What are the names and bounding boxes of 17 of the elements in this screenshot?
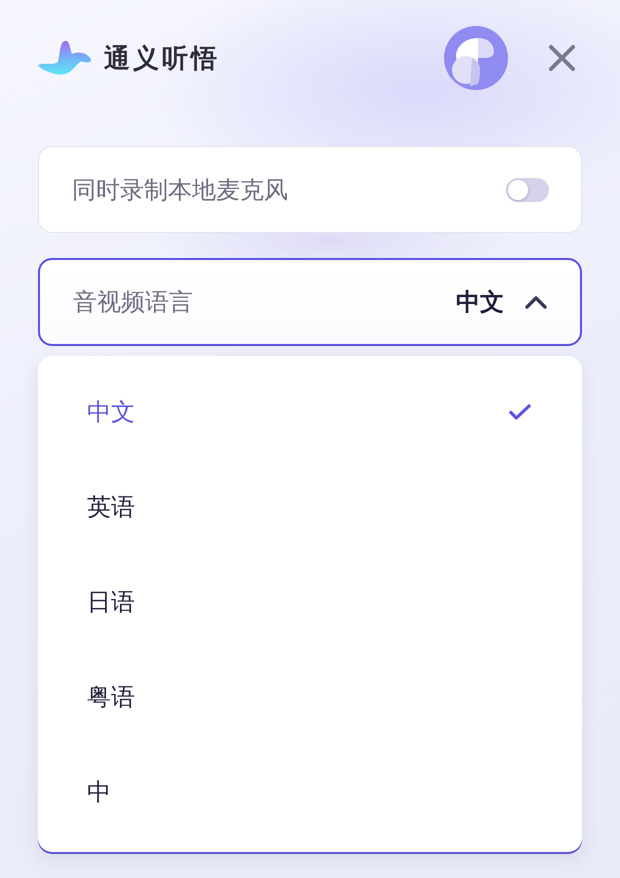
language-option[interactable]: 英语 (38, 459, 582, 554)
close-icon (548, 44, 576, 72)
app-title: 通义听悟 (104, 42, 220, 76)
logo-icon (38, 40, 94, 76)
avatar-icon (444, 26, 508, 90)
language-option[interactable]: 中 (38, 744, 582, 839)
toggle-switch[interactable] (506, 178, 549, 202)
language-option[interactable]: 粤语 (38, 649, 582, 744)
language-label: 音视频语言 (73, 287, 193, 318)
caret-icon (524, 295, 548, 309)
close-button[interactable] (548, 44, 576, 72)
language-option[interactable]: 中文 (38, 364, 582, 459)
microphone-label: 同时录制本地麦克风 (72, 174, 288, 206)
selected-language: 中文 (456, 287, 504, 318)
check-icon (508, 403, 532, 420)
language-select[interactable]: 音视频语言 中文 (38, 258, 582, 346)
language-option[interactable]: 日语 (38, 554, 582, 649)
